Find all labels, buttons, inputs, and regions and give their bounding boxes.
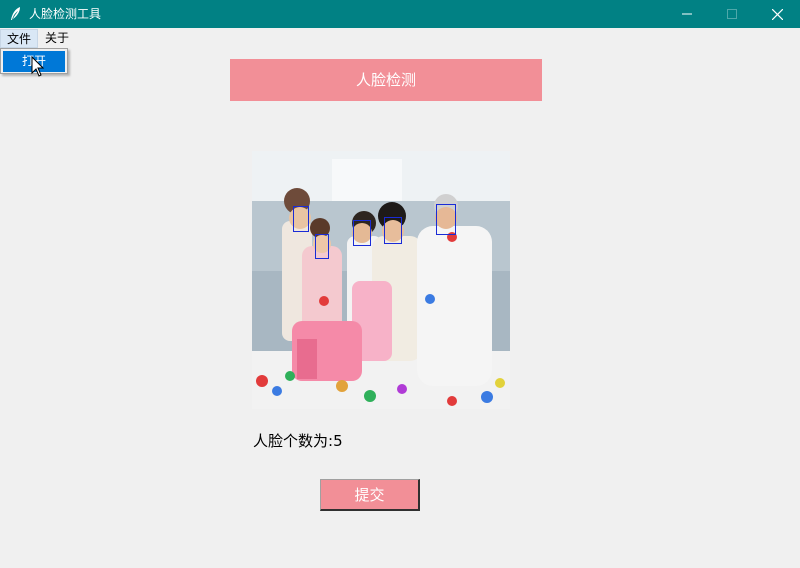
submit-button[interactable]: 提交	[320, 479, 420, 511]
minimize-button[interactable]	[664, 0, 710, 28]
face-count-label: 人脸个数为:5	[253, 431, 343, 451]
detection-image	[252, 151, 510, 409]
face-count-prefix: 人脸个数为:	[253, 432, 334, 450]
face-box	[353, 220, 371, 246]
maximize-icon	[727, 9, 737, 19]
menu-bar: 文件 关于	[0, 29, 800, 48]
feather-icon	[9, 6, 23, 22]
menu-about[interactable]: 关于	[39, 29, 75, 48]
maximize-button[interactable]	[709, 0, 755, 28]
face-box	[315, 234, 329, 259]
face-box	[384, 217, 402, 244]
face-box	[436, 204, 456, 235]
window-title: 人脸检测工具	[29, 7, 102, 21]
close-button[interactable]	[754, 0, 800, 28]
close-icon	[772, 9, 783, 20]
family-photo	[252, 151, 510, 409]
menu-file[interactable]: 文件	[0, 29, 39, 48]
face-box	[293, 206, 309, 232]
header-banner: 人脸检测	[230, 59, 542, 101]
minimize-icon	[682, 13, 692, 15]
face-count-value: 5	[333, 432, 343, 450]
mouse-cursor-icon	[31, 56, 45, 77]
title-bar: 人脸检测工具	[0, 0, 800, 28]
